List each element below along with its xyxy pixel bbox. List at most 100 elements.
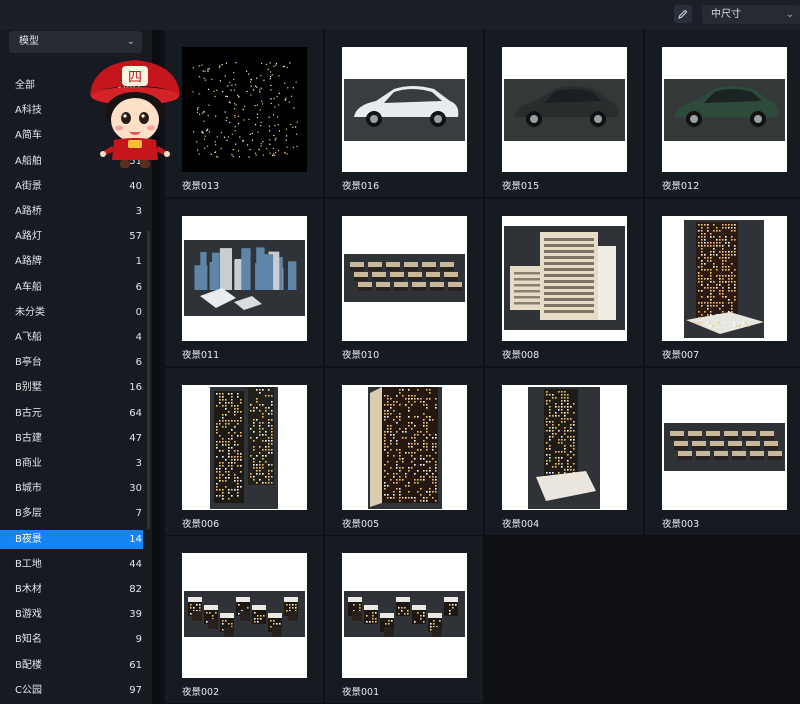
sidebar-category[interactable]: B多层 7 <box>0 504 143 523</box>
thumbnail-graphic <box>504 225 625 330</box>
category-name: B古元 <box>15 407 42 419</box>
model-thumbnail[interactable] <box>342 553 467 679</box>
thumbnail-graphic <box>684 219 764 338</box>
model-label: 夜景016 <box>342 181 380 192</box>
category-count: 14 <box>129 533 142 545</box>
model-card[interactable]: 夜景004 <box>485 367 644 536</box>
sidebar-category[interactable]: A路灯 57 <box>0 227 143 246</box>
model-card[interactable]: 夜景005 <box>325 367 484 536</box>
sidebar-category[interactable]: C公园 97 <box>0 681 143 700</box>
sidebar-category[interactable]: A路牌 1 <box>0 252 143 271</box>
category-count: 57 <box>129 231 142 243</box>
model-card[interactable]: 夜景007 <box>645 198 800 367</box>
category-name: B游戏 <box>15 609 42 621</box>
category-name: A车船 <box>15 281 42 293</box>
category-count: 82 <box>129 584 142 595</box>
model-card[interactable]: 夜景012 <box>645 30 800 198</box>
model-thumbnail[interactable] <box>182 553 307 679</box>
sidebar-category[interactable]: B别墅 16 <box>0 378 143 397</box>
sidebar-category[interactable]: B夜景 14 <box>0 529 143 549</box>
sidebar-category[interactable]: B商业 3 <box>0 454 143 473</box>
sidebar-category[interactable]: 未分类 0 <box>0 303 143 322</box>
model-card[interactable]: 夜景002 <box>165 536 324 704</box>
model-card[interactable]: 夜景001 <box>325 536 484 704</box>
model-thumbnail[interactable] <box>182 384 307 510</box>
thumbnail-graphic <box>664 422 785 471</box>
sidebar-category[interactable]: B配楼 61 <box>0 656 143 675</box>
model-thumbnail[interactable] <box>502 47 627 172</box>
category-name: B商业 <box>15 458 42 469</box>
category-name: A路牌 <box>15 256 42 268</box>
sidebar-category[interactable]: A街景 40 <box>0 177 143 196</box>
thumbnail-graphic <box>368 386 442 509</box>
thumbnail-graphic <box>182 47 307 172</box>
category-name: C公园 <box>15 684 42 696</box>
sidebar-category[interactable]: B工地 44 <box>0 555 143 574</box>
model-card[interactable]: 夜景008 <box>485 198 644 367</box>
category-count: 61 <box>129 659 142 671</box>
sidebar-category[interactable]: B亭台 6 <box>0 353 143 372</box>
category-name: A路桥 <box>15 206 42 217</box>
category-count: 4 <box>135 332 142 343</box>
category-name: A路灯 <box>15 231 42 243</box>
model-thumbnail[interactable] <box>502 215 627 341</box>
top-toolbar: 中尺寸 ⌄ <box>0 0 800 30</box>
pencil-icon <box>678 9 688 19</box>
model-label: 夜景006 <box>182 518 220 530</box>
model-card[interactable]: 夜景006 <box>165 367 324 536</box>
model-label: 夜景001 <box>342 687 380 699</box>
category-count: 0 <box>135 306 142 318</box>
model-card[interactable]: 夜景013 <box>165 30 324 198</box>
mascot-sticker: 四 <box>88 56 182 172</box>
sidebar-category[interactable]: B城市 30 <box>0 479 143 498</box>
sidebar-category[interactable]: B游戏 39 <box>0 605 143 624</box>
model-card[interactable]: 夜景016 <box>325 30 484 198</box>
thumbnail-size-select[interactable]: 中尺寸 ⌄ <box>702 5 800 24</box>
category-count: 1 <box>135 256 142 268</box>
chevron-down-icon: ⌄ <box>126 36 135 47</box>
model-card[interactable]: 夜景015 <box>485 30 644 198</box>
model-thumbnail[interactable] <box>342 47 467 172</box>
sidebar-category[interactable]: A飞船 4 <box>0 328 143 347</box>
sidebar-category[interactable]: B古建 47 <box>0 429 143 448</box>
model-type-select[interactable]: 模型 ⌄ <box>9 31 142 53</box>
category-name: B多层 <box>15 508 42 520</box>
category-count: 6 <box>135 281 142 293</box>
thumbnail-graphic <box>504 79 625 141</box>
sidebar-category[interactable]: B木材 82 <box>0 580 143 599</box>
model-thumbnail[interactable] <box>342 384 467 510</box>
thumbnail-graphic <box>664 79 785 141</box>
model-thumbnail[interactable] <box>662 384 787 510</box>
category-name: B夜景 <box>15 533 42 545</box>
category-name: A街景 <box>15 180 42 192</box>
thumbnail-graphic <box>528 386 600 509</box>
model-card[interactable]: 夜景010 <box>325 198 484 367</box>
sidebar-category[interactable]: A路桥 3 <box>0 202 143 221</box>
model-label: 夜景007 <box>662 349 700 361</box>
model-thumbnail[interactable] <box>662 215 787 341</box>
sidebar-category[interactable]: B古元 64 <box>0 404 143 423</box>
model-grid: 夜景013 夜景016 夜景015 夜景012 夜景011 夜景010 夜景008 夜景007… <box>165 30 800 704</box>
model-label: 夜景011 <box>182 349 220 361</box>
sidebar-scrollbar[interactable] <box>147 230 150 530</box>
category-count: 64 <box>129 407 142 419</box>
model-thumbnail[interactable] <box>342 215 467 341</box>
category-name: A科技 <box>15 105 42 117</box>
category-count: 97 <box>129 684 142 696</box>
model-thumbnail[interactable] <box>182 47 307 172</box>
category-name: A船舶 <box>15 155 42 167</box>
sidebar-category[interactable]: A车船 6 <box>0 278 143 297</box>
thumbnail-graphic <box>184 239 305 316</box>
category-name: B古建 <box>15 432 42 444</box>
edit-button[interactable] <box>674 5 692 23</box>
model-thumbnail[interactable] <box>502 384 627 510</box>
model-card[interactable]: 夜景003 <box>645 367 800 536</box>
category-name: B亭台 <box>15 357 42 369</box>
category-count: 6 <box>135 357 142 369</box>
model-thumbnail[interactable] <box>662 47 787 172</box>
model-thumbnail[interactable] <box>182 215 307 341</box>
model-card[interactable]: 夜景011 <box>165 198 324 367</box>
model-type-select-label: 模型 <box>19 36 39 47</box>
category-name: 全部 <box>15 80 35 91</box>
sidebar-category[interactable]: B知名 9 <box>0 630 143 649</box>
